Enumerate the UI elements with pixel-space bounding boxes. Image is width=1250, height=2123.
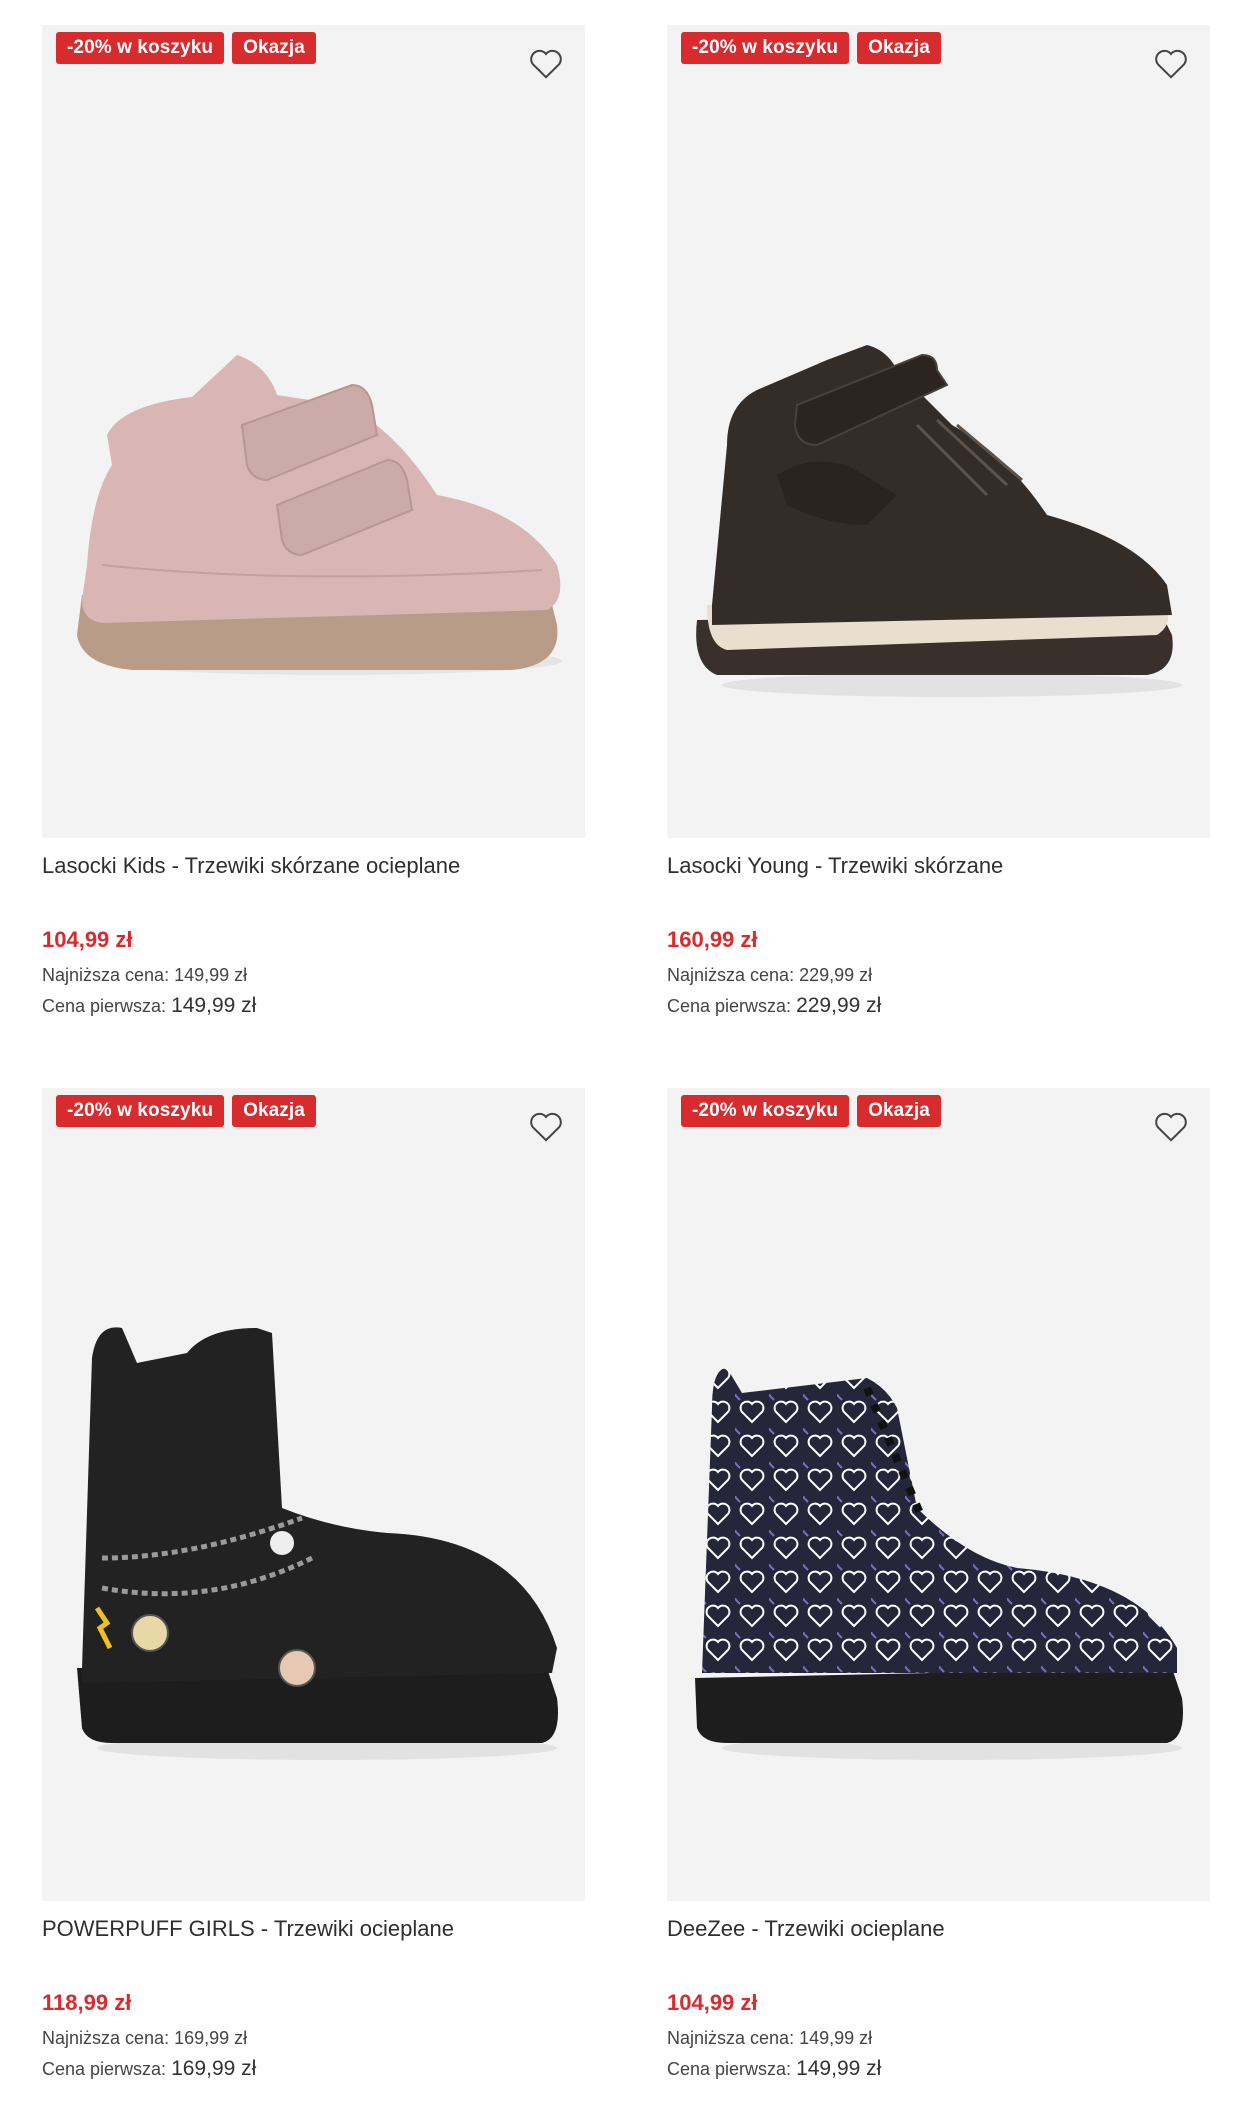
lowest-price-label: Najniższa cena: <box>667 965 795 985</box>
lowest-price-value: 149,99 zł <box>174 965 248 985</box>
product-card[interactable]: -20% w koszyku Okazja DeeZee - Trzewiki … <box>667 1088 1210 2080</box>
first-price-value: 169,99 zł <box>171 2057 257 2080</box>
product-title[interactable]: DeeZee - Trzewiki ocieplane <box>667 1916 945 1942</box>
lowest-price-label: Najniższa cena: <box>42 965 170 985</box>
product-image-area[interactable]: -20% w koszyku Okazja <box>42 1088 585 1901</box>
product-image-area[interactable]: -20% w koszyku Okazja <box>42 25 585 838</box>
deal-badge: Okazja <box>232 1095 316 1127</box>
first-price-label: Cena pierwsza: <box>42 996 167 1016</box>
lowest-price-value: 149,99 zł <box>799 2028 873 2048</box>
product-title[interactable]: POWERPUFF GIRLS - Trzewiki ocieplane <box>42 1916 454 1942</box>
first-price-label: Cena pierwsza: <box>667 996 792 1016</box>
first-price-value: 149,99 zł <box>171 994 257 1017</box>
discount-badge: -20% w koszyku <box>56 32 225 64</box>
deal-badge: Okazja <box>857 32 941 64</box>
product-price: 118,99 zł <box>42 1990 132 2015</box>
badge-group: -20% w koszyku Okazja <box>681 1095 941 1127</box>
discount-badge: -20% w koszyku <box>681 1095 850 1127</box>
first-price-value: 149,99 zł <box>796 2057 882 2080</box>
product-price: 104,99 zł <box>42 927 133 952</box>
discount-badge: -20% w koszyku <box>56 1095 225 1127</box>
badge-group: -20% w koszyku Okazja <box>56 1095 316 1127</box>
product-image-dark-boot[interactable] <box>667 25 1210 838</box>
product-image-pink-boot[interactable] <box>42 25 585 838</box>
badge-group: -20% w koszyku Okazja <box>681 32 941 64</box>
lowest-price-line: Najniższa cena: 149,99 zł <box>667 2028 872 2049</box>
lowest-price-line: Najniższa cena: 169,99 zł <box>42 2028 247 2049</box>
first-price-label: Cena pierwsza: <box>667 2059 792 2079</box>
product-title[interactable]: Lasocki Young - Trzewiki skórzane <box>667 853 1003 879</box>
product-title[interactable]: Lasocki Kids - Trzewiki skórzane ociepla… <box>42 853 460 879</box>
product-card[interactable]: -20% w koszyku Okazja Lasocki Kids - Trz… <box>42 25 585 1017</box>
wishlist-heart-icon[interactable] <box>526 1106 566 1146</box>
lowest-price-label: Najniższa cena: <box>667 2028 795 2048</box>
first-price-line: Cena pierwsza: 149,99 zł <box>42 994 256 1018</box>
first-price-label: Cena pierwsza: <box>42 2059 167 2079</box>
product-price: 160,99 zł <box>667 927 758 952</box>
discount-badge: -20% w koszyku <box>681 32 850 64</box>
wishlist-heart-icon[interactable] <box>526 43 566 83</box>
lowest-price-label: Najniższa cena: <box>42 2028 170 2048</box>
first-price-line: Cena pierwsza: 169,99 zł <box>42 2057 256 2081</box>
deal-badge: Okazja <box>232 32 316 64</box>
product-image-black-boot[interactable] <box>42 1088 585 1901</box>
lowest-price-value: 229,99 zł <box>799 965 873 985</box>
first-price-value: 229,99 zł <box>796 994 882 1017</box>
product-price: 104,99 zł <box>667 1990 758 2015</box>
deal-badge: Okazja <box>857 1095 941 1127</box>
product-card[interactable]: -20% w koszyku Okazja Lasocki Young - Tr… <box>667 25 1210 1017</box>
badge-group: -20% w koszyku Okazja <box>56 32 316 64</box>
product-image-area[interactable]: -20% w koszyku Okazja <box>667 25 1210 838</box>
product-image-heart-print-boot[interactable] <box>667 1088 1210 1901</box>
first-price-line: Cena pierwsza: 229,99 zł <box>667 994 881 1018</box>
first-price-line: Cena pierwsza: 149,99 zł <box>667 2057 881 2081</box>
lowest-price-line: Najniższa cena: 229,99 zł <box>667 965 872 986</box>
product-image-area[interactable]: -20% w koszyku Okazja <box>667 1088 1210 1901</box>
product-card[interactable]: -20% w koszyku Okazja POWERPUFF GIRLS - … <box>42 1088 585 2080</box>
wishlist-heart-icon[interactable] <box>1151 1106 1191 1146</box>
wishlist-heart-icon[interactable] <box>1151 43 1191 83</box>
lowest-price-value: 169,99 zł <box>174 2028 248 2048</box>
lowest-price-line: Najniższa cena: 149,99 zł <box>42 965 247 986</box>
